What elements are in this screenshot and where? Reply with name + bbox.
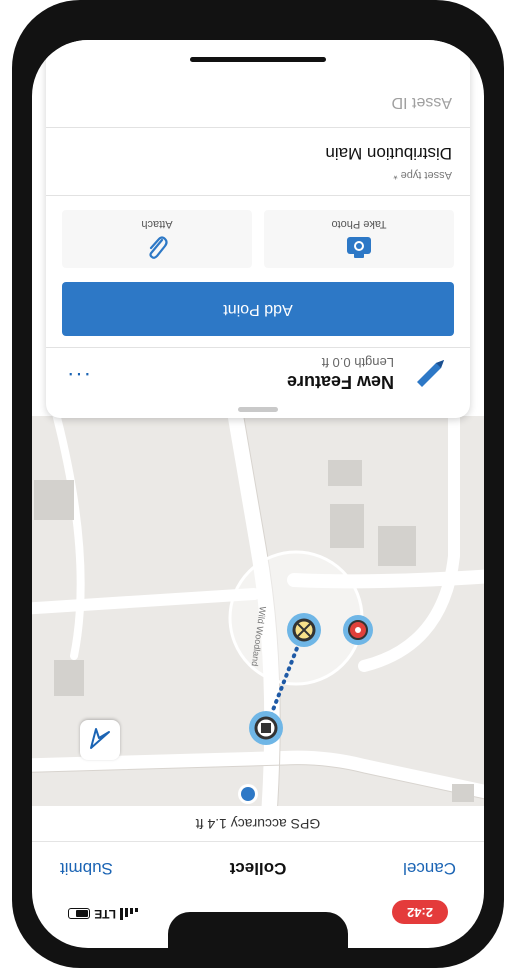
sheet-grabber[interactable]	[238, 407, 278, 412]
building	[54, 660, 84, 696]
asset-type-field[interactable]: Asset type * Distribution Main	[46, 127, 470, 196]
divider	[46, 347, 470, 348]
asset-id-field[interactable]: Asset ID	[46, 73, 470, 128]
phone-screen: 2:42 LTE Cancel Collect Submit GPS accur…	[32, 40, 484, 948]
feature-header: New Feature Length 0.0 ft ···	[46, 348, 470, 404]
building	[34, 480, 74, 520]
pencil-icon	[417, 360, 444, 387]
take-photo-label: Take Photo	[331, 218, 387, 230]
building	[378, 526, 416, 566]
status-time: 2:42	[392, 900, 448, 924]
nav-bar: Cancel Collect Submit	[32, 844, 484, 892]
paperclip-icon	[149, 236, 168, 259]
asset-id-placeholder: Asset ID	[391, 94, 452, 111]
locate-button[interactable]	[80, 720, 120, 760]
home-indicator	[190, 57, 326, 62]
gps-accuracy-bar: GPS accuracy 1.4 ft	[32, 804, 484, 842]
battery-icon	[68, 908, 91, 920]
signal-icon	[120, 908, 138, 920]
submit-button[interactable]: Submit	[60, 858, 113, 878]
attach-label: Attach	[141, 218, 173, 230]
asset-type-value: Distribution Main	[325, 144, 452, 163]
phone-frame: 2:42 LTE Cancel Collect Submit GPS accur…	[12, 0, 504, 968]
take-photo-button[interactable]: Take Photo	[264, 210, 454, 268]
valve-icon	[249, 711, 283, 745]
locate-arrow-icon	[90, 728, 110, 749]
asset-type-label: Asset type *	[393, 169, 452, 181]
network-type: LTE	[94, 907, 116, 921]
feature-name: New Feature	[286, 372, 394, 392]
fitting-icon	[287, 613, 321, 647]
location-dot-icon	[238, 784, 258, 804]
building	[452, 784, 474, 802]
building	[328, 460, 362, 486]
hydrant-icon	[343, 615, 373, 645]
camera-icon	[347, 237, 371, 258]
camera-notch	[168, 912, 348, 948]
status-indicators: LTE	[68, 906, 138, 922]
rotated-screenshot: 2:42 LTE Cancel Collect Submit GPS accur…	[0, 0, 512, 968]
building	[330, 504, 364, 548]
attach-button[interactable]: Attach	[62, 210, 252, 268]
gps-accuracy-text: GPS accuracy 1.4 ft	[195, 816, 321, 832]
feature-sheet: New Feature Length 0.0 ft ··· Add Point …	[46, 40, 470, 418]
add-point-button[interactable]: Add Point	[62, 282, 454, 336]
more-options-icon[interactable]: ···	[66, 362, 91, 388]
status-bar: 2:42 LTE	[32, 892, 484, 948]
feature-length: Length 0.0 ft	[321, 355, 394, 370]
map-view[interactable]: Wild Woodland	[32, 416, 484, 806]
